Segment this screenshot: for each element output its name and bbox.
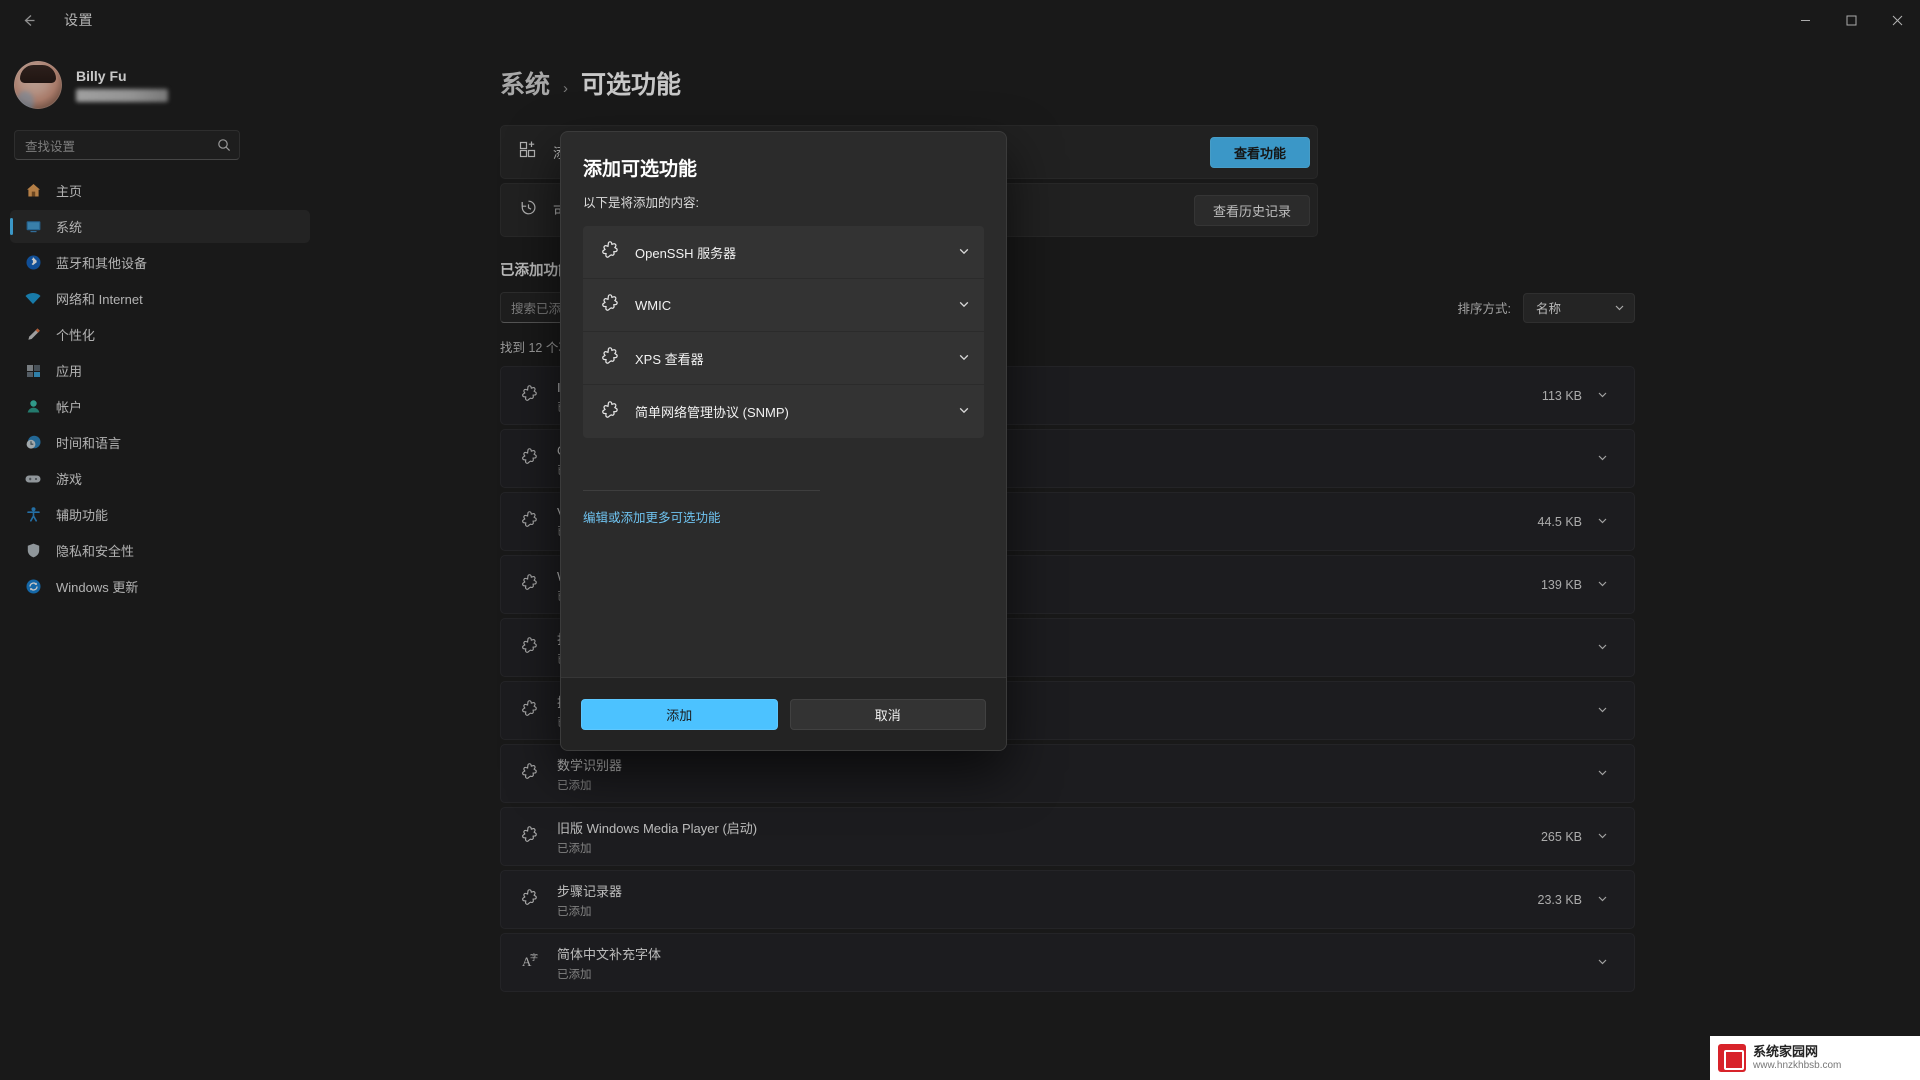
watermark-logo-icon (1718, 1044, 1746, 1072)
add-button[interactable]: 添加 (581, 698, 778, 730)
feature-icon (601, 347, 635, 369)
chevron-down-icon[interactable] (958, 404, 970, 419)
chevron-down-icon[interactable] (958, 298, 970, 313)
dialog-feature-list: OpenSSH 服务器 WMIC XPS 查看器 简单网络管理协议 (SNMP) (583, 226, 984, 438)
list-item[interactable]: XPS 查看器 (583, 332, 984, 385)
dialog-feature-name: WMIC (635, 297, 672, 313)
watermark-url: www.hnzkhbsb.com (1753, 1059, 1842, 1071)
dialog-body: 添加可选功能 以下是将添加的内容: OpenSSH 服务器 WMIC XPS 查… (561, 132, 1006, 677)
dialog-divider (583, 490, 820, 491)
feature-icon (601, 400, 635, 423)
dialog-subtitle: 以下是将添加的内容: (583, 196, 699, 210)
cancel-button[interactable]: 取消 (789, 698, 986, 730)
chevron-down-icon[interactable] (958, 245, 970, 260)
list-item[interactable]: WMIC (583, 279, 984, 332)
dialog-footer: 添加 取消 (561, 677, 1006, 750)
dialog-feature-name: XPS 查看器 (635, 351, 704, 367)
dialog-title: 添加可选功能 (583, 159, 698, 180)
add-optional-feature-dialog: 添加可选功能 以下是将添加的内容: OpenSSH 服务器 WMIC XPS 查… (560, 131, 1007, 751)
dialog-feature-name: 简单网络管理协议 (SNMP) (635, 405, 789, 420)
dialog-feature-name: OpenSSH 服务器 (635, 245, 737, 261)
watermark-text: 系统家园网 www.hnzkhbsb.com (1753, 1043, 1842, 1071)
list-item[interactable]: 简单网络管理协议 (SNMP) (583, 385, 984, 438)
settings-window: 设置 Billy Fu 查找设置 主页 系统 蓝牙和其他设备 网络和 Inter… (0, 0, 1920, 1080)
list-item[interactable]: OpenSSH 服务器 (583, 226, 984, 279)
feature-icon (601, 241, 635, 263)
watermark-title: 系统家园网 (1753, 1043, 1819, 1059)
chevron-down-icon[interactable] (958, 351, 970, 366)
feature-icon (601, 294, 635, 316)
edit-more-features-link[interactable]: 编辑或添加更多可选功能 (583, 507, 984, 526)
watermark: 系统家园网 www.hnzkhbsb.com (1710, 1036, 1920, 1080)
